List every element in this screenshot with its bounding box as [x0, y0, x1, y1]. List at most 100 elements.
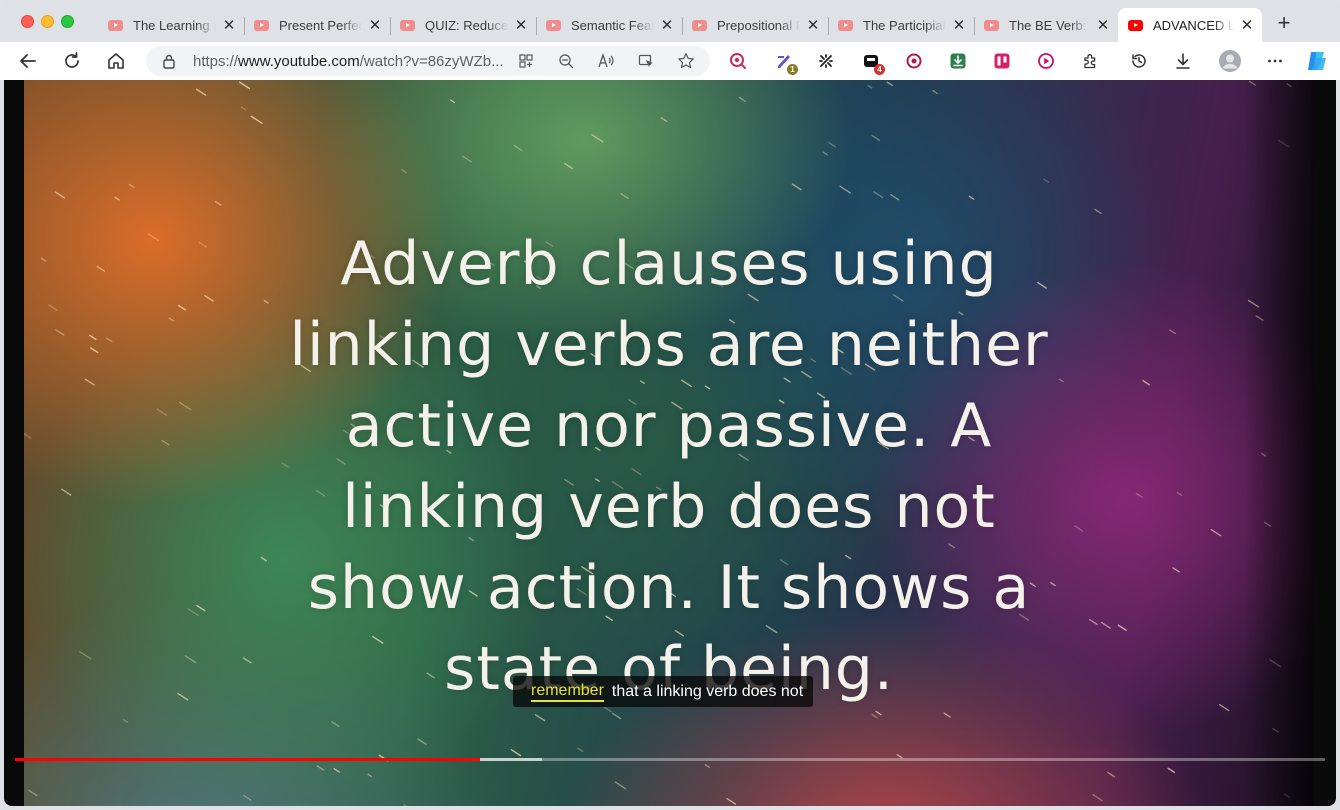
- particle-streak: [563, 162, 574, 170]
- particle-streak: [890, 193, 900, 201]
- more-menu-icon[interactable]: [1265, 51, 1285, 71]
- extension-recorder-icon[interactable]: [904, 51, 924, 71]
- particle-streak: [461, 155, 472, 163]
- tab-the-be-verb[interactable]: The BE Verb: Is ✕: [974, 8, 1118, 42]
- tab-close-icon[interactable]: ✕: [222, 16, 236, 34]
- extension-badge: 1: [787, 64, 798, 75]
- tab-quiz-reduced[interactable]: QUIZ: Reduced ✕: [390, 8, 537, 42]
- particle-streak: [738, 96, 746, 102]
- history-icon[interactable]: [1129, 51, 1149, 71]
- minimize-window-button[interactable]: [41, 15, 54, 28]
- close-window-button[interactable]: [21, 15, 34, 28]
- particle-streak: [867, 84, 873, 89]
- caption-highlight-word: remember: [531, 681, 604, 702]
- tab-title: ADVANCED LEVEL: [1153, 17, 1234, 33]
- address-bar[interactable]: https://www.youtube.com/watch?v=86zyWZb.…: [146, 46, 710, 76]
- maximize-window-button[interactable]: [61, 15, 74, 28]
- progress-bar[interactable]: [15, 758, 1325, 761]
- copilot-icon[interactable]: [1305, 49, 1329, 73]
- slide-line: Adverb clauses using: [340, 229, 998, 299]
- profile-avatar-icon[interactable]: [1218, 49, 1242, 73]
- tab-prepositional[interactable]: Prepositional Phrases ✕: [682, 8, 829, 42]
- particle-streak: [1107, 771, 1116, 778]
- tab-title: The BE Verb: Is: [1009, 17, 1090, 33]
- progress-played: [15, 758, 481, 761]
- new-tab-button[interactable]: +: [1272, 12, 1296, 36]
- tab-title: The Participial: [863, 17, 946, 33]
- extension-notes-icon[interactable]: 1: [774, 51, 798, 75]
- slide-line: show action. It shows a: [307, 553, 1031, 623]
- particle-streak: [449, 99, 456, 104]
- caption-text: that a linking verb does not: [611, 682, 804, 700]
- reload-button[interactable]: [60, 49, 84, 73]
- tab-close-icon[interactable]: ✕: [368, 16, 382, 34]
- youtube-icon: [108, 19, 123, 31]
- extension-board-icon[interactable]: [992, 51, 1012, 71]
- app-available-icon[interactable]: [516, 51, 536, 71]
- particle-streak: [214, 200, 222, 206]
- youtube-icon: [400, 19, 415, 31]
- closed-caption: remember that a linking verb does not: [513, 676, 814, 707]
- browser-window: The Learning English ✕ Present Perfect ✕…: [0, 0, 1340, 810]
- particle-streak: [871, 713, 878, 719]
- particle-streak: [128, 183, 135, 189]
- reload-icon: [65, 52, 79, 68]
- youtube-icon: [984, 19, 999, 31]
- particle-streak: [28, 789, 38, 797]
- particle-streak: [534, 714, 546, 722]
- downloads-icon[interactable]: [1173, 51, 1193, 71]
- tab-title: The Learning English: [133, 17, 216, 33]
- extension-sparkle-icon[interactable]: [816, 51, 836, 71]
- favorite-star-icon[interactable]: [676, 51, 696, 71]
- home-button[interactable]: [104, 49, 128, 73]
- particle-streak: [333, 768, 341, 773]
- particle-streak: [367, 773, 373, 778]
- particle-streak: [401, 169, 407, 174]
- particle-streak: [1043, 178, 1050, 183]
- lock-icon[interactable]: [162, 53, 176, 69]
- tab-the-learning[interactable]: The Learning English ✕: [98, 8, 245, 42]
- tab-close-icon[interactable]: ✕: [952, 16, 966, 34]
- back-button[interactable]: [16, 49, 40, 73]
- particle-streak: [726, 797, 737, 805]
- particle-streak: [886, 81, 893, 87]
- video-player[interactable]: Adverb clauses using linking verbs are n…: [4, 80, 1336, 806]
- tab-close-icon[interactable]: ✕: [660, 16, 674, 34]
- particle-streak: [839, 185, 852, 194]
- url-text[interactable]: https://www.youtube.com/watch?v=86zyWZb.…: [193, 53, 511, 70]
- slide-line: linking verbs are neither: [289, 310, 1049, 380]
- tab-the-participial[interactable]: The Participial ✕: [828, 8, 975, 42]
- extension-download-icon[interactable]: [948, 51, 968, 71]
- particle-streak: [660, 117, 668, 123]
- particle-streak: [1092, 794, 1103, 802]
- particle-streak: [510, 748, 522, 757]
- extension-badge: 4: [874, 64, 885, 75]
- url-scheme: https://: [193, 53, 239, 70]
- slide-line: linking verb does not: [342, 472, 996, 542]
- particle-streak: [943, 712, 951, 718]
- tab-semantic-features[interactable]: Semantic Features ✕: [536, 8, 683, 42]
- particle-streak: [417, 738, 427, 745]
- particle-streak: [873, 191, 884, 199]
- tab-advanced-level[interactable]: ADVANCED LEVEL ✕: [1118, 8, 1262, 42]
- particle-streak: [240, 106, 247, 111]
- tab-close-icon[interactable]: ✕: [514, 16, 528, 34]
- immersive-reader-icon[interactable]: [636, 51, 656, 71]
- zoom-out-icon[interactable]: [556, 51, 576, 71]
- particle-streak: [1167, 767, 1176, 774]
- tab-close-icon[interactable]: ✕: [1096, 16, 1110, 34]
- particle-streak: [611, 712, 622, 720]
- particle-streak: [243, 794, 252, 801]
- tab-present-perfect[interactable]: Present Perfect ✕: [244, 8, 391, 42]
- particle-streak: [591, 134, 604, 143]
- tab-close-icon[interactable]: ✕: [806, 16, 820, 34]
- particle-streak: [577, 747, 584, 753]
- youtube-icon: [1128, 19, 1143, 31]
- particle-streak: [822, 151, 829, 156]
- tab-close-icon[interactable]: ✕: [1240, 16, 1254, 34]
- extension-shield-icon[interactable]: 4: [861, 51, 885, 75]
- extension-play-icon[interactable]: [1036, 51, 1056, 71]
- extension-search-icon[interactable]: [728, 51, 748, 71]
- extensions-puzzle-icon[interactable]: [1080, 51, 1100, 71]
- read-aloud-icon[interactable]: [596, 51, 616, 71]
